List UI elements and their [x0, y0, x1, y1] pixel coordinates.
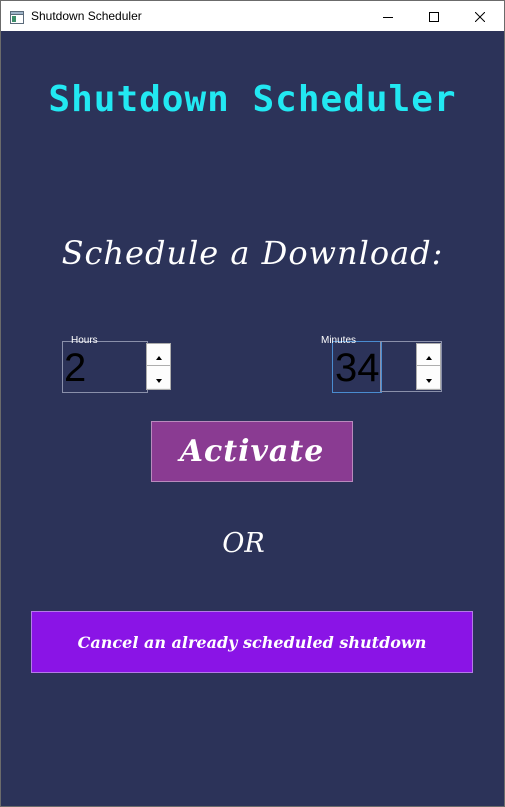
or-separator: OR — [222, 528, 265, 559]
minimize-icon — [383, 7, 393, 26]
maximize-icon — [429, 7, 439, 26]
page-title: Shutdown Scheduler — [48, 79, 457, 120]
arrow-up-icon — [425, 345, 432, 364]
window-title: Shutdown Scheduler — [31, 9, 142, 23]
minutes-group: Minutes 34 — [321, 335, 442, 393]
hours-stepper[interactable] — [146, 343, 171, 390]
hours-group: Hours 2 — [62, 335, 172, 393]
activate-button[interactable]: Activate — [151, 421, 353, 482]
arrow-down-icon — [155, 368, 162, 387]
maximize-button[interactable] — [411, 1, 457, 31]
app-window-icon — [10, 9, 24, 24]
title-bar[interactable]: Shutdown Scheduler — [1, 1, 504, 31]
minutes-value[interactable]: 34 — [335, 345, 380, 391]
arrow-up-icon — [155, 345, 162, 364]
app-window: Shutdown Scheduler Shutdown Scheduler Sc… — [0, 0, 505, 807]
main-panel: Shutdown Scheduler Schedule a Download: … — [1, 31, 504, 806]
minimize-button[interactable] — [365, 1, 411, 31]
schedule-subheading: Schedule a Download: — [61, 234, 444, 272]
hours-increment-button[interactable] — [147, 344, 170, 366]
close-icon — [474, 7, 486, 26]
cancel-shutdown-button[interactable]: Cancel an already scheduled shutdown — [31, 611, 473, 673]
minutes-stepper[interactable] — [416, 343, 441, 390]
hours-value[interactable]: 2 — [64, 345, 86, 391]
hours-decrement-button[interactable] — [147, 366, 170, 388]
minutes-increment-button[interactable] — [417, 344, 440, 366]
arrow-down-icon — [425, 368, 432, 387]
close-button[interactable] — [457, 1, 503, 31]
minutes-decrement-button[interactable] — [417, 366, 440, 388]
